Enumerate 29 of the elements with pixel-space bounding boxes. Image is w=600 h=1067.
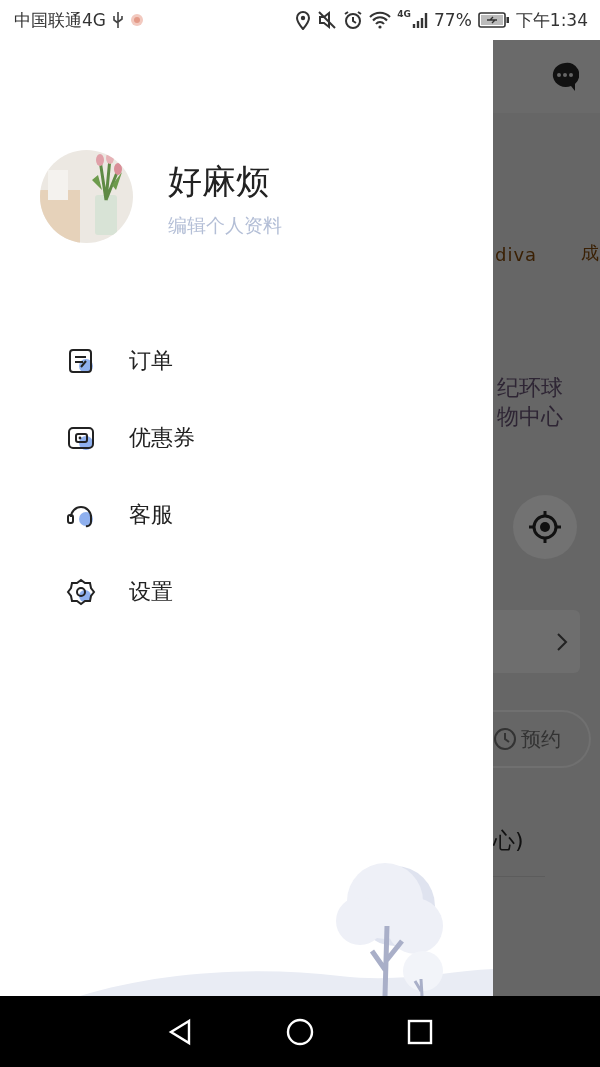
menu-item[interactable]: 优惠券 bbox=[66, 420, 493, 456]
network-text: 4G bbox=[397, 9, 411, 19]
alarm-icon bbox=[343, 10, 364, 30]
mute-icon bbox=[317, 10, 338, 30]
tag-label: 成 bbox=[581, 241, 600, 265]
place-name: 纪环球 bbox=[496, 374, 564, 402]
menu-item[interactable]: 订单 bbox=[66, 343, 493, 379]
clock-icon bbox=[493, 727, 517, 751]
tag-label: diva bbox=[495, 244, 538, 265]
usb-icon bbox=[112, 11, 124, 29]
battery-text: 77% bbox=[434, 10, 472, 30]
menu-item[interactable]: 设置 bbox=[66, 574, 493, 610]
menu-item[interactable]: 客服 bbox=[66, 497, 493, 533]
address-text: 心) bbox=[493, 827, 525, 855]
home-button[interactable] bbox=[285, 1016, 315, 1047]
settings-icon bbox=[66, 577, 96, 607]
app-icon bbox=[130, 13, 144, 27]
carrier-text: 中国联通4G bbox=[14, 8, 106, 32]
chevron-right-icon bbox=[556, 631, 568, 652]
wifi-icon bbox=[369, 11, 392, 29]
location-icon bbox=[295, 10, 312, 30]
notepad-icon bbox=[66, 346, 96, 376]
battery-icon bbox=[477, 12, 510, 28]
user-name: 好麻烦 bbox=[168, 159, 271, 203]
locate-icon bbox=[527, 509, 563, 545]
signal-icon bbox=[412, 11, 428, 29]
place-name: 物中心 bbox=[496, 403, 564, 431]
clock-text: 下午1:34 bbox=[515, 8, 588, 32]
chat-icon[interactable] bbox=[551, 61, 579, 92]
